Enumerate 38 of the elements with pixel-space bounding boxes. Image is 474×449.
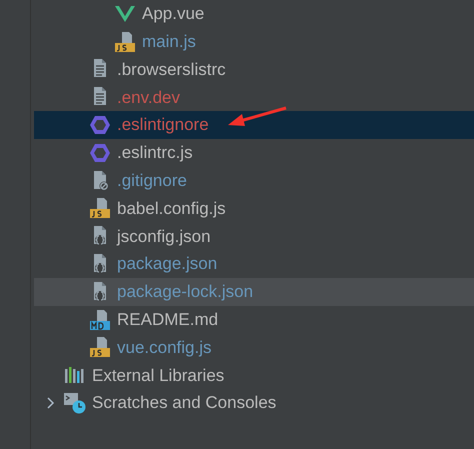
tree-item[interactable]: babel.config.js: [34, 194, 474, 222]
file-name: babel.config.js: [117, 198, 226, 220]
tree-item[interactable]: App.vue: [34, 0, 474, 28]
file-name: jsconfig.json: [117, 226, 211, 248]
tree-item[interactable]: jsconfig.json: [34, 222, 474, 250]
tree-item[interactable]: .browserslistrc: [34, 56, 474, 84]
tree-item[interactable]: package.json: [34, 250, 474, 278]
tree-item[interactable]: README.md: [34, 306, 474, 334]
file-name: .gitignore: [117, 170, 187, 192]
tree-item[interactable]: External Libraries: [34, 361, 474, 390]
js-file-icon: [89, 336, 111, 358]
tree-item[interactable]: main.js: [34, 28, 474, 56]
file-name: .browserslistrc: [117, 58, 226, 81]
file-name: External Libraries: [92, 364, 224, 386]
tree-item[interactable]: .eslintrc.js: [34, 138, 474, 167]
hexagon-icon: [89, 114, 111, 136]
tree-item[interactable]: vue.config.js: [34, 334, 474, 362]
tree-item[interactable]: Scratches and Consoles: [34, 389, 474, 417]
hexagon-icon: [89, 142, 111, 164]
file-name: .env.dev: [117, 86, 180, 109]
file-name: package.json: [117, 253, 218, 276]
vue-icon: [115, 4, 135, 23]
markdown-file-icon: [89, 308, 111, 331]
file-name: main.js: [142, 30, 196, 53]
file-name: App.vue: [142, 3, 204, 26]
file-name: vue.config.js: [117, 336, 212, 359]
file-name: .eslintrc.js: [117, 142, 193, 164]
tree-item[interactable]: .gitignore: [34, 166, 474, 195]
file-name: package-lock.json: [117, 281, 254, 304]
js-file-icon: [89, 197, 111, 220]
file-name: .eslintignore: [117, 114, 209, 136]
chevron-right-icon[interactable]: [46, 397, 56, 410]
libraries-icon: [64, 365, 86, 386]
file-name: Scratches and Consoles: [92, 392, 276, 414]
console-clock-icon: [63, 392, 87, 414]
js-file-icon: [114, 30, 136, 53]
tree-item[interactable]: .eslintignore: [34, 111, 474, 139]
file-name: README.md: [117, 308, 218, 331]
